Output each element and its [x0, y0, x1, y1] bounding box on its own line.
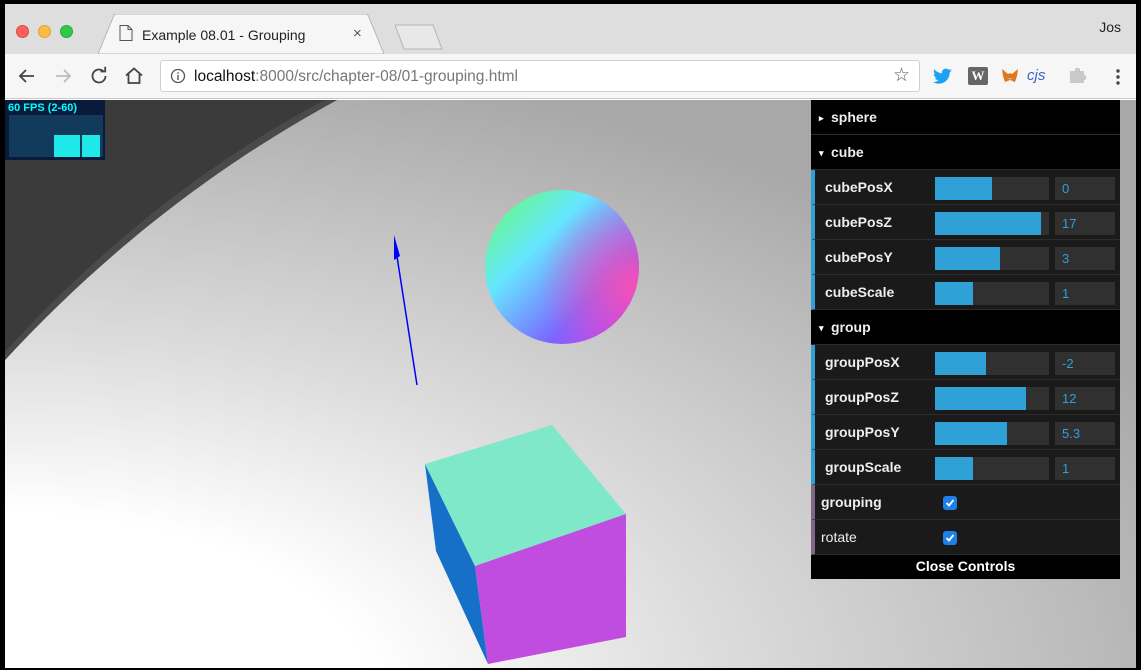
controller-label: groupPosY: [825, 424, 900, 440]
fps-graph-bar: [82, 135, 100, 157]
slider-fill: [935, 212, 1042, 235]
slider-fill: [935, 387, 1027, 410]
controller-groupScale: groupScale 1: [811, 450, 1120, 485]
url-host: localhost: [194, 68, 256, 85]
caret-right-icon: ▸: [819, 113, 824, 123]
folder-title: sphere: [831, 109, 877, 125]
checkmark-icon: [945, 499, 955, 507]
controller-groupPosX: groupPosX -2: [811, 345, 1120, 380]
checkmark-icon: [945, 534, 955, 542]
kebab-menu-icon[interactable]: [1116, 68, 1120, 86]
controller-label: cubePosY: [825, 249, 893, 265]
fps-label: 60 FPS (2-60): [8, 102, 78, 114]
wikipedia-icon[interactable]: W: [968, 67, 988, 85]
slider[interactable]: [935, 352, 1049, 375]
number-input[interactable]: 1: [1055, 282, 1115, 305]
rotate-checkbox[interactable]: [943, 531, 957, 545]
tab-active[interactable]: Example 08.01 - Grouping ×: [98, 14, 384, 54]
slider-fill: [935, 422, 1007, 445]
number-input[interactable]: 0: [1055, 177, 1115, 200]
extension-icon[interactable]: [1068, 67, 1088, 85]
controller-label: cubeScale: [825, 284, 895, 300]
info-icon[interactable]: [170, 68, 186, 84]
caret-down-icon: ▾: [819, 148, 824, 158]
controller-grouping: grouping: [811, 485, 1120, 520]
cjs-icon[interactable]: cjs: [1027, 67, 1053, 85]
url-path: :8000/src/chapter-08/01-grouping.html: [255, 68, 518, 85]
fps-graph-bar: [54, 135, 80, 157]
number-input[interactable]: -2: [1055, 352, 1115, 375]
dat-gui-panel: ▸ sphere ▾ cube cubePosX 0 cubePosZ 17 c…: [811, 100, 1120, 579]
new-tab-button[interactable]: [395, 24, 443, 50]
profile-name[interactable]: Jos: [1099, 19, 1121, 35]
controller-cubePosX: cubePosX 0: [811, 170, 1120, 205]
folder-title: group: [831, 319, 871, 335]
tab-close-icon[interactable]: ×: [353, 26, 362, 41]
window-close-button[interactable]: [16, 25, 29, 38]
number-input[interactable]: 17: [1055, 212, 1115, 235]
close-controls-button[interactable]: Close Controls: [811, 555, 1120, 579]
slider[interactable]: [935, 177, 1049, 200]
tab-title: Example 08.01 - Grouping: [142, 27, 306, 43]
document-icon: [119, 25, 133, 41]
star-icon[interactable]: ☆: [893, 66, 910, 86]
sphere-mesh: [485, 190, 639, 344]
folder-title: cube: [831, 144, 864, 160]
url-text[interactable]: localhost:8000/src/chapter-08/01-groupin…: [194, 68, 518, 86]
controller-label: groupPosX: [825, 354, 900, 370]
webgl-viewport[interactable]: 60 FPS (2-60) ▸ sphere ▾ cube cubePosX 0…: [5, 100, 1136, 668]
slider[interactable]: [935, 247, 1049, 270]
arrow-right-icon[interactable]: [51, 64, 75, 88]
toolbar: localhost:8000/src/chapter-08/01-groupin…: [5, 54, 1136, 99]
controller-cubePosY: cubePosY 3: [811, 240, 1120, 275]
slider-fill: [935, 247, 1000, 270]
number-input[interactable]: 3: [1055, 247, 1115, 270]
slider[interactable]: [935, 212, 1049, 235]
window-maximize-button[interactable]: [60, 25, 73, 38]
grouping-checkbox[interactable]: [943, 496, 957, 510]
slider[interactable]: [935, 282, 1049, 305]
window-minimize-button[interactable]: [38, 25, 51, 38]
slider[interactable]: [935, 457, 1049, 480]
controller-label: grouping: [821, 494, 882, 510]
tab-strip: Example 08.01 - Grouping × Jos: [5, 4, 1136, 54]
home-icon[interactable]: [122, 64, 146, 88]
controller-label: groupPosZ: [825, 389, 899, 405]
number-input[interactable]: 12: [1055, 387, 1115, 410]
browser-window: Example 08.01 - Grouping × Jos localhost…: [5, 4, 1136, 668]
twitter-icon[interactable]: [933, 67, 953, 85]
controller-label: rotate: [821, 529, 857, 545]
controller-cubeScale: cubeScale 1: [811, 275, 1120, 310]
controller-label: groupScale: [825, 459, 902, 475]
fps-stats-panel[interactable]: 60 FPS (2-60): [5, 100, 105, 160]
controller-label: cubePosZ: [825, 214, 892, 230]
folder-sphere[interactable]: ▸ sphere: [811, 100, 1120, 135]
controller-rotate: rotate: [811, 520, 1120, 555]
number-input[interactable]: 5.3: [1055, 422, 1115, 445]
controller-cubePosZ: cubePosZ 17: [811, 205, 1120, 240]
controller-groupPosY: groupPosY 5.3: [811, 415, 1120, 450]
arrow-left-icon[interactable]: [15, 64, 39, 88]
slider[interactable]: [935, 422, 1049, 445]
slider-fill: [935, 177, 992, 200]
controller-label: cubePosX: [825, 179, 893, 195]
metamask-icon[interactable]: [1000, 67, 1020, 85]
fps-graph: [9, 115, 103, 157]
reload-icon[interactable]: [87, 64, 111, 88]
slider-fill: [935, 457, 973, 480]
address-bar[interactable]: localhost:8000/src/chapter-08/01-groupin…: [160, 60, 920, 92]
caret-down-icon: ▾: [819, 323, 824, 333]
slider-fill: [935, 282, 973, 305]
controller-groupPosZ: groupPosZ 12: [811, 380, 1120, 415]
slider[interactable]: [935, 387, 1049, 410]
folder-cube[interactable]: ▾ cube: [811, 135, 1120, 170]
slider-fill: [935, 352, 987, 375]
number-input[interactable]: 1: [1055, 457, 1115, 480]
folder-group[interactable]: ▾ group: [811, 310, 1120, 345]
